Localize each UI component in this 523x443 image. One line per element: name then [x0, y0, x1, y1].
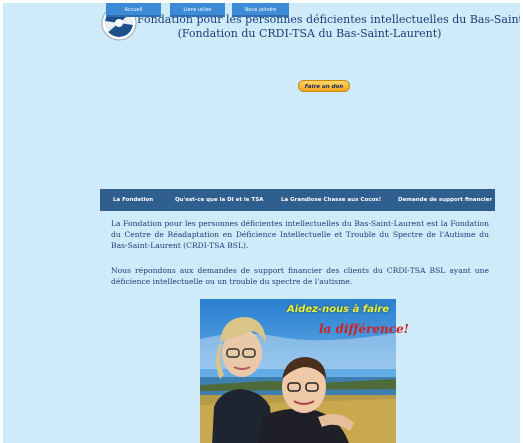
main-nav-chasse-cocos[interactable]: La Grandiose Chasse aux Cocos! [281, 189, 381, 211]
photo-caption-line2: la différence! [319, 322, 409, 336]
photo-caption-line1: Aidez-nous à faire [287, 304, 390, 315]
intro-paragraph: La Fondation pour les personnes déficien… [111, 219, 489, 250]
nav-liens-utiles-button[interactable]: Liens utiles [170, 3, 225, 17]
main-nav-bar: La Fondation Qu'est-ce que la DI et le T… [100, 189, 495, 211]
campaign-photo-image [200, 299, 396, 443]
campaign-photo [200, 299, 396, 443]
support-paragraph: Nous répondons aux demandes de support f… [111, 266, 489, 286]
main-nav-support-financier[interactable]: Demande de support financier [398, 189, 492, 211]
nav-accueil-button[interactable]: Accueil [106, 3, 161, 17]
donate-button[interactable]: Faire un don [298, 80, 350, 92]
site-title: Fondation pour les personnes déficientes… [137, 13, 520, 41]
main-nav-di-tsa[interactable]: Qu'est-ce que la DI et le TSA [175, 189, 263, 211]
page: Fondation pour les personnes déficientes… [3, 3, 520, 443]
site-title-line2: (Fondation du CRDI-TSA du Bas-Saint-Laur… [177, 27, 442, 40]
main-nav-la-fondation[interactable]: La Fondation [113, 189, 153, 211]
nav-nous-joindre-button[interactable]: Nous joindre [232, 3, 289, 17]
